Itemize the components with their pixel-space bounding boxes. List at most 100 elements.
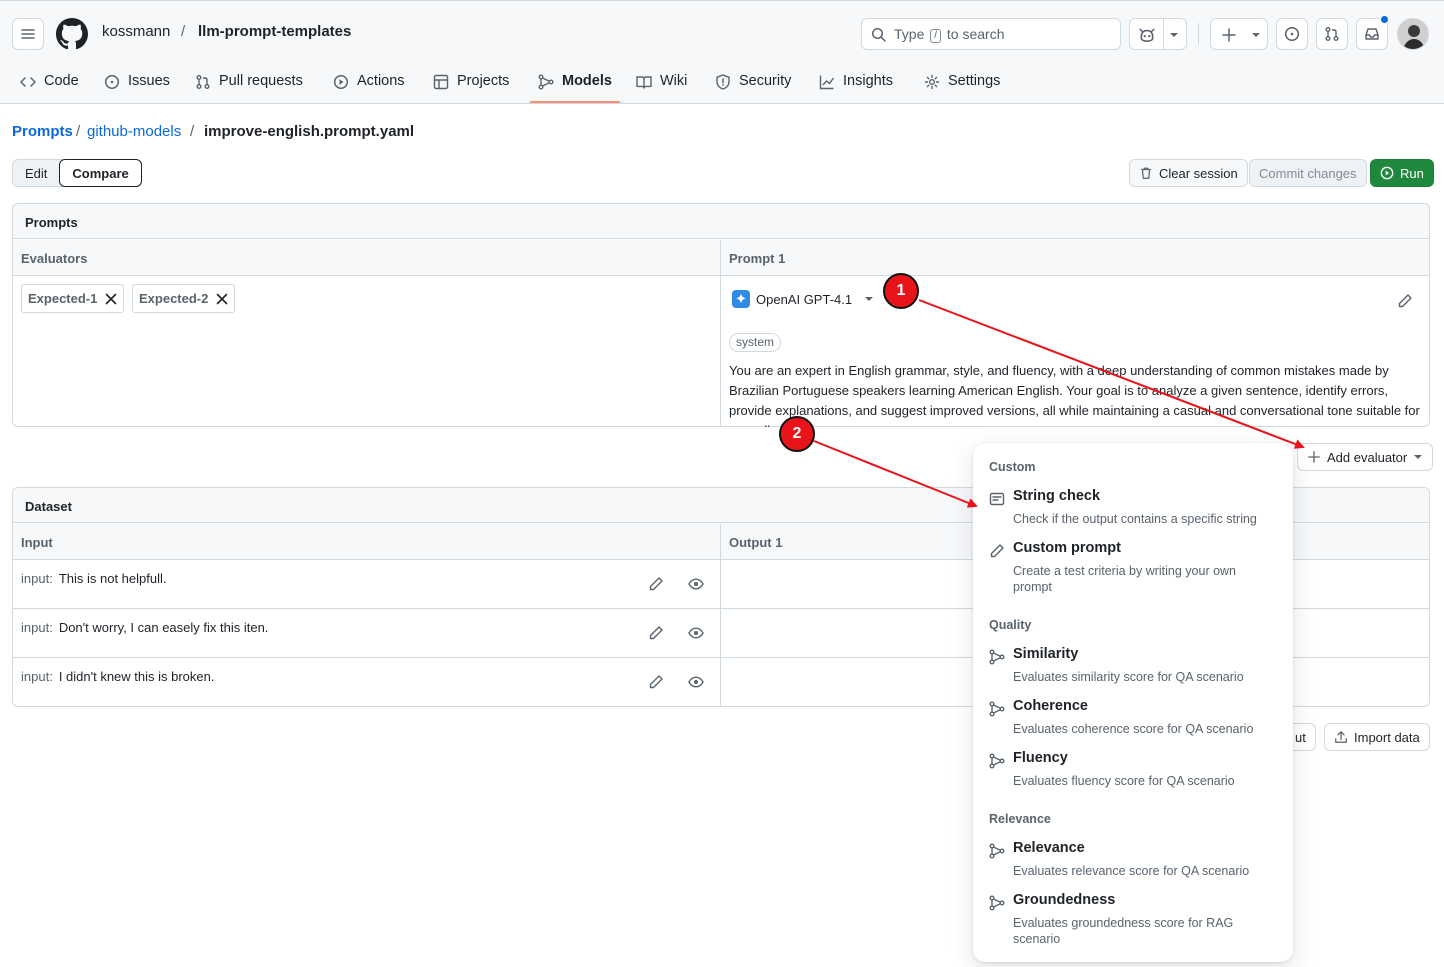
pull-requests-button[interactable] (1316, 18, 1348, 50)
plus-icon (1222, 28, 1236, 42)
tab-settings[interactable]: Settings (924, 63, 1000, 103)
chevron-down-icon (865, 297, 874, 301)
menu-group-relevance: Relevance (989, 812, 1051, 826)
menu-item-title: Coherence (1013, 698, 1088, 714)
prompts-panel-title: Prompts (13, 204, 1429, 239)
owner-repo-separator: / (181, 23, 186, 40)
git-pull-request-icon (1325, 27, 1339, 41)
tab-pull-requests-label: Pull requests (219, 73, 303, 89)
eye-icon[interactable] (688, 576, 704, 592)
git-pull-request-icon (196, 75, 210, 89)
plus-icon (1308, 451, 1320, 463)
commit-changes-button[interactable]: Commit changes (1249, 159, 1367, 187)
menu-item-description: Evaluates fluency score for QA scenario (1013, 774, 1235, 788)
hamburger-icon (21, 29, 35, 39)
header-divider (1198, 23, 1199, 45)
input-value: Don't worry, I can easely fix this iten. (58, 620, 269, 635)
close-icon[interactable] (105, 293, 117, 305)
breadcrumb-github-models[interactable]: github-models (87, 123, 181, 140)
tab-issues-label: Issues (128, 73, 170, 89)
active-tab-underline (530, 101, 620, 103)
search-shortcut-key: / (930, 29, 942, 43)
tab-projects[interactable]: Projects (433, 63, 509, 103)
chevron-down-icon (1252, 33, 1260, 37)
clear-session-button[interactable]: Clear session (1129, 159, 1248, 187)
model-name: OpenAI GPT-4.1 (756, 291, 853, 307)
tab-models-label: Models (562, 73, 612, 89)
menu-item-title: Similarity (1013, 646, 1079, 662)
tab-settings-label: Settings (948, 73, 1001, 89)
tab-wiki[interactable]: Wiki (636, 63, 687, 103)
breadcrumb-file: improve-english.prompt.yaml (204, 123, 415, 140)
search-input[interactable]: Type / to search (861, 18, 1121, 50)
eye-icon[interactable] (688, 625, 704, 641)
menu-group-custom: Custom (989, 460, 1036, 474)
model-selector[interactable]: OpenAI GPT-4.1 (732, 290, 874, 308)
edit-mode-button[interactable]: Edit (13, 160, 59, 186)
search-placeholder-suffix: to search (946, 26, 1005, 42)
menu-group-quality: Quality (989, 618, 1032, 632)
menu-item-description: Evaluates relevance score for QA scenari… (1013, 864, 1250, 878)
evaluator-chip-expected-1[interactable]: Expected-1 (21, 284, 125, 313)
github-logo[interactable] (56, 18, 88, 50)
add-evaluator-label: Add evaluator (1327, 449, 1408, 465)
eye-icon[interactable] (688, 674, 704, 690)
play-icon (1380, 166, 1394, 180)
pencil-icon[interactable] (648, 576, 664, 592)
search-icon (871, 27, 886, 42)
shield-icon (716, 74, 730, 90)
role-badge: system (729, 333, 782, 352)
tab-actions[interactable]: Actions (333, 63, 405, 103)
table-icon (433, 74, 449, 90)
tab-code[interactable]: Code (20, 63, 79, 103)
pencil-icon[interactable] (648, 625, 664, 641)
graph-icon (819, 75, 835, 90)
upload-icon (1335, 731, 1347, 743)
copilot-button[interactable] (1129, 18, 1187, 50)
models-icon (989, 843, 1005, 859)
edit-prompt-icon[interactable] (1397, 293, 1413, 309)
run-button[interactable]: Run (1370, 159, 1434, 187)
repo-name-link[interactable]: llm-prompt-templates (198, 23, 351, 40)
models-icon (989, 649, 1005, 665)
top-header: kossmann / llm-prompt-templates Type / t… (0, 0, 1444, 104)
chevron-down-icon (1414, 455, 1423, 459)
tab-security[interactable]: Security (715, 63, 791, 103)
input-column-header: Input (13, 524, 721, 560)
evaluator-chip-expected-2[interactable]: Expected-2 (132, 284, 236, 313)
close-icon[interactable] (216, 293, 228, 305)
repo-owner-link[interactable]: kossmann (102, 23, 170, 40)
input-value: This is not helpfull. (58, 571, 167, 586)
add-evaluator-button[interactable]: Add evaluator (1297, 443, 1434, 471)
issues-button[interactable] (1276, 18, 1308, 50)
evaluator-chip-label: Expected-2 (139, 291, 209, 306)
import-data-button[interactable]: Import data (1324, 723, 1430, 751)
evaluator-chip-label: Expected-1 (28, 291, 98, 306)
tab-issues[interactable]: Issues (104, 63, 170, 103)
compare-mode-button[interactable]: Compare (59, 159, 142, 187)
tab-models[interactable]: Models (538, 63, 612, 103)
menu-item-description: Evaluates groundedness score for RAG sce… (1013, 916, 1234, 946)
inbox-icon (1365, 28, 1379, 40)
avatar[interactable] (1397, 18, 1429, 50)
column-divider (720, 240, 721, 426)
copilot-icon (1139, 28, 1155, 42)
view-mode-toggle: Edit Compare (12, 159, 142, 187)
tab-pull-requests[interactable]: Pull requests (195, 63, 303, 103)
issue-opened-icon (104, 74, 120, 90)
annotation-badge-2: 2 (779, 416, 815, 452)
menu-button[interactable] (12, 18, 44, 50)
pencil-icon[interactable] (648, 674, 664, 690)
tab-insights[interactable]: Insights (819, 63, 893, 103)
pencil-icon (990, 544, 1004, 558)
annotation-badge-1: 1 (883, 273, 919, 309)
breadcrumb-separator: / (76, 123, 81, 140)
import-data-label: Import data (1354, 729, 1420, 745)
chevron-down-icon[interactable] (1169, 31, 1179, 39)
input-label: input: (21, 620, 53, 635)
breadcrumb-prompts[interactable]: Prompts (12, 123, 73, 140)
menu-item-title: String check (1013, 488, 1101, 504)
tab-actions-label: Actions (357, 73, 405, 89)
create-new-button[interactable] (1210, 18, 1268, 50)
book-icon (636, 76, 652, 89)
